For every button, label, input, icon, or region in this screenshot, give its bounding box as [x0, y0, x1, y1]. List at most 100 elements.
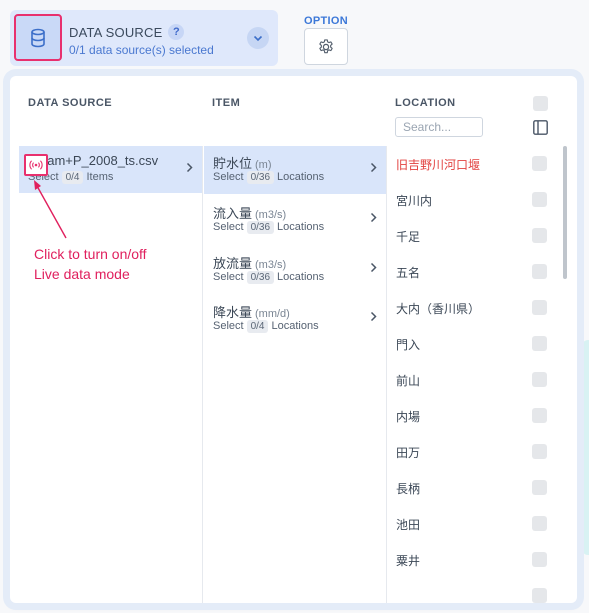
help-badge[interactable]: ? [168, 24, 185, 40]
background-panel-edge [582, 340, 589, 555]
chevron-right-icon [370, 212, 377, 223]
item-label: 貯水位 [213, 156, 253, 171]
broadcast-icon [29, 160, 43, 170]
selection-count: 0/4 [61, 171, 84, 184]
location-checkbox[interactable] [532, 192, 547, 207]
location-row[interactable]: 前山 [387, 363, 565, 399]
item-selection: Select 0/36 Locations [213, 271, 324, 284]
unit-label: Locations [277, 171, 325, 183]
location-row[interactable]: 門入 [387, 327, 565, 363]
location-checkbox[interactable] [532, 588, 547, 603]
select-label: Select [213, 221, 244, 233]
location-checkbox[interactable] [532, 408, 547, 423]
location-checkbox[interactable] [532, 336, 547, 351]
item-label: 放流量 [213, 256, 253, 271]
item-unit: (mm/d) [255, 308, 290, 320]
data-source-button[interactable] [14, 14, 62, 61]
chevron-down-icon [253, 35, 263, 41]
location-checkbox[interactable] [532, 264, 547, 279]
item-name: 貯水位 (m) [213, 153, 272, 172]
unit-label: Locations [271, 320, 319, 332]
annotation-text: Click to turn on/off Live data mode [34, 244, 204, 284]
location-search-input[interactable] [395, 117, 483, 137]
panel-toggle-button[interactable] [533, 120, 548, 140]
location-name: 五名 [396, 266, 421, 280]
unit-label: Locations [277, 271, 325, 283]
unit-label: Items [86, 171, 114, 183]
location-name: 旧吉野川河口堰 [396, 158, 481, 172]
location-row[interactable]: 五名 [387, 255, 565, 291]
location-row[interactable]: 長柄 [387, 471, 565, 507]
location-name: 田万 [396, 446, 421, 460]
selection-count: 0/36 [246, 221, 275, 234]
sidebar-panel-icon [533, 120, 548, 135]
location-checkbox[interactable] [532, 372, 547, 387]
location-row[interactable]: 宮川内 [387, 183, 565, 219]
location-checkbox[interactable] [532, 444, 547, 459]
location-row[interactable]: 田万 [387, 435, 565, 471]
location-row-partial[interactable] [387, 579, 565, 603]
column-header-location: LOCATION [395, 97, 456, 109]
column-header-data-source: DATA SOURCE [28, 97, 113, 109]
data-source-name: dam+P_2008_ts.csv [40, 153, 159, 168]
location-row[interactable]: 池田 [387, 507, 565, 543]
item-name: 降水量 (mm/d) [213, 302, 290, 321]
location-row[interactable]: 粟井 [387, 543, 565, 579]
item-label: 流入量 [213, 206, 253, 221]
option-button[interactable] [304, 28, 348, 65]
chevron-right-icon [186, 162, 193, 173]
selection-count: 0/36 [246, 271, 275, 284]
location-name: 千足 [396, 230, 421, 244]
background-divider [582, 263, 584, 285]
item-row[interactable]: 流入量 (m3/s) Select 0/36 Locations [204, 196, 386, 244]
location-scrollbar[interactable] [563, 146, 567, 279]
location-row[interactable]: 内場 [387, 399, 565, 435]
item-unit: (m) [255, 159, 272, 171]
location-name: 粟井 [396, 554, 421, 568]
column-divider [202, 146, 203, 603]
item-name: 流入量 (m3/s) [213, 203, 286, 222]
location-checkbox[interactable] [532, 156, 547, 171]
chevron-right-icon [370, 311, 377, 322]
database-icon [31, 28, 45, 47]
location-checkbox[interactable] [532, 552, 547, 567]
location-name: 池田 [396, 518, 421, 532]
data-source-title-text: DATA SOURCE [69, 24, 163, 40]
location-name: 宮川内 [396, 194, 433, 208]
item-row[interactable]: 降水量 (mm/d) Select 0/4 Locations [204, 295, 386, 343]
location-checkbox[interactable] [532, 228, 547, 243]
data-source-status: 0/1 data source(s) selected [69, 43, 214, 57]
annotation-line-1: Click to turn on/off [34, 246, 147, 262]
location-name: 前山 [396, 374, 421, 388]
selection-count: 0/4 [246, 320, 269, 333]
location-row[interactable]: 大内（香川県） [387, 291, 565, 327]
location-name: 門入 [396, 338, 421, 352]
item-unit: (m3/s) [255, 209, 287, 221]
dropdown-toggle-button[interactable] [247, 27, 269, 49]
select-all-locations-checkbox[interactable] [533, 96, 548, 111]
option-label: OPTION [304, 15, 348, 27]
item-row[interactable]: 放流量 (m3/s) Select 0/36 Locations [204, 246, 386, 294]
item-selection: Select 0/36 Locations [213, 221, 324, 234]
column-header-item: ITEM [212, 97, 241, 109]
location-checkbox[interactable] [532, 516, 547, 531]
chevron-right-icon [370, 162, 377, 173]
select-label: Select [213, 171, 244, 183]
location-name: 内場 [396, 410, 421, 424]
data-source-dropdown-panel: DATA SOURCE ITEM LOCATION dam+P_2008_ts.… [10, 76, 577, 603]
item-name: 放流量 (m3/s) [213, 253, 286, 272]
location-row[interactable]: 千足 [387, 219, 565, 255]
selection-count: 0/36 [246, 171, 275, 184]
item-selection: Select 0/36 Locations [213, 171, 324, 184]
select-label: Select [213, 320, 244, 332]
item-selection: Select 0/4 Locations [213, 320, 319, 333]
live-data-mode-toggle[interactable] [24, 154, 48, 176]
annotation-line-2: Live data mode [34, 266, 130, 282]
item-row[interactable]: 貯水位 (m) Select 0/36 Locations [204, 146, 386, 194]
location-row[interactable]: 旧吉野川河口堰 [387, 147, 565, 183]
location-checkbox[interactable] [532, 480, 547, 495]
location-checkbox[interactable] [532, 300, 547, 315]
chevron-right-icon [370, 262, 377, 273]
data-source-title: DATA SOURCE ? [69, 24, 185, 40]
data-source-selector[interactable]: DATA SOURCE ? 0/1 data source(s) selecte… [10, 10, 278, 66]
